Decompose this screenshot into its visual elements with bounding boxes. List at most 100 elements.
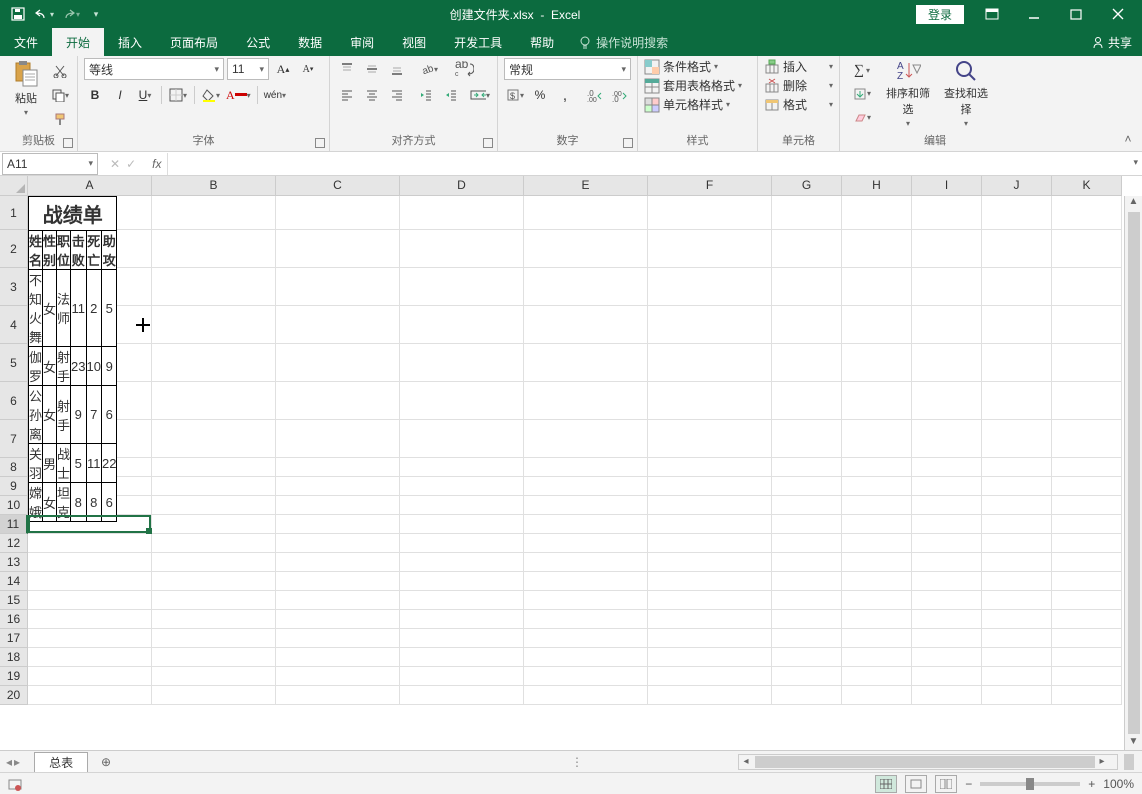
enter-formula-icon[interactable]: ✓ xyxy=(126,157,136,171)
underline-button[interactable]: U▾ xyxy=(134,84,156,106)
cell[interactable] xyxy=(400,629,524,648)
cell[interactable] xyxy=(28,553,152,572)
cell[interactable] xyxy=(982,382,1052,420)
cell[interactable] xyxy=(982,268,1052,306)
dialog-launcher-icon[interactable] xyxy=(63,138,73,148)
cell[interactable] xyxy=(772,572,842,591)
tell-me-search[interactable]: 操作说明搜索 xyxy=(568,34,678,51)
cell[interactable] xyxy=(982,230,1052,268)
ribbon-tab-2[interactable]: 插入 xyxy=(104,28,156,56)
cell[interactable] xyxy=(400,230,524,268)
cell[interactable] xyxy=(842,572,912,591)
close-icon[interactable] xyxy=(1098,0,1138,28)
cell[interactable] xyxy=(648,515,772,534)
cell[interactable] xyxy=(842,534,912,553)
cell[interactable] xyxy=(648,610,772,629)
name-box[interactable]: A11▾ xyxy=(2,153,98,175)
cell[interactable] xyxy=(912,458,982,477)
cell[interactable] xyxy=(772,344,842,382)
cell[interactable] xyxy=(772,648,842,667)
cell[interactable] xyxy=(842,496,912,515)
cell[interactable] xyxy=(842,667,912,686)
cell[interactable] xyxy=(772,382,842,420)
cell[interactable] xyxy=(400,306,524,344)
col-header[interactable]: J xyxy=(982,176,1052,196)
row-header[interactable]: 4 xyxy=(0,306,28,344)
cell[interactable] xyxy=(28,534,152,553)
cell[interactable] xyxy=(772,496,842,515)
cell[interactable] xyxy=(276,591,400,610)
cell[interactable] xyxy=(524,591,648,610)
cell[interactable] xyxy=(982,686,1052,705)
decrease-font-icon[interactable]: A▾ xyxy=(297,58,319,80)
redo-icon[interactable]: ▾ xyxy=(58,3,82,25)
cell[interactable] xyxy=(28,686,152,705)
row-header[interactable]: 3 xyxy=(0,268,28,306)
cell[interactable] xyxy=(648,629,772,648)
split-handle-icon[interactable] xyxy=(1124,754,1134,770)
cell[interactable] xyxy=(772,629,842,648)
tab-split-handle-icon[interactable]: ⋮ xyxy=(571,755,583,769)
cell[interactable] xyxy=(648,553,772,572)
cell[interactable] xyxy=(842,686,912,705)
cell[interactable] xyxy=(1052,382,1122,420)
cell[interactable] xyxy=(912,496,982,515)
cell[interactable] xyxy=(152,629,276,648)
cell[interactable] xyxy=(1052,686,1122,705)
ribbon-display-icon[interactable] xyxy=(972,0,1012,28)
share-button[interactable]: 共享 xyxy=(1092,34,1132,51)
cell[interactable] xyxy=(772,686,842,705)
row-header[interactable]: 15 xyxy=(0,591,28,610)
page-layout-view-icon[interactable] xyxy=(905,775,927,793)
cell[interactable] xyxy=(28,648,152,667)
cell[interactable] xyxy=(1052,420,1122,458)
cell[interactable] xyxy=(1052,629,1122,648)
cell[interactable] xyxy=(524,553,648,572)
cell[interactable] xyxy=(152,306,276,344)
cell[interactable] xyxy=(276,553,400,572)
cell[interactable] xyxy=(152,686,276,705)
cell[interactable] xyxy=(152,667,276,686)
cell[interactable] xyxy=(912,591,982,610)
cell[interactable] xyxy=(912,477,982,496)
row-header[interactable]: 6 xyxy=(0,382,28,420)
dialog-launcher-icon[interactable] xyxy=(623,138,633,148)
cell[interactable] xyxy=(28,572,152,591)
login-button[interactable]: 登录 xyxy=(916,5,964,24)
cell[interactable] xyxy=(842,268,912,306)
cell[interactable] xyxy=(772,196,842,230)
cell[interactable] xyxy=(524,515,648,534)
cell[interactable] xyxy=(524,458,648,477)
cell[interactable] xyxy=(648,382,772,420)
cell[interactable] xyxy=(152,496,276,515)
row-header[interactable]: 8 xyxy=(0,458,28,477)
cell[interactable] xyxy=(982,306,1052,344)
cell[interactable] xyxy=(152,382,276,420)
cell[interactable] xyxy=(28,591,152,610)
cell[interactable] xyxy=(400,686,524,705)
cell[interactable] xyxy=(400,610,524,629)
cell[interactable] xyxy=(648,572,772,591)
cell[interactable] xyxy=(982,515,1052,534)
page-break-view-icon[interactable] xyxy=(935,775,957,793)
macro-record-icon[interactable] xyxy=(8,777,22,791)
cell[interactable] xyxy=(648,496,772,515)
font-size-combo[interactable]: 11▾ xyxy=(227,58,269,80)
col-header[interactable]: F xyxy=(648,176,772,196)
cell[interactable] xyxy=(152,230,276,268)
ribbon-tab-0[interactable]: 文件 xyxy=(0,28,52,56)
cell[interactable] xyxy=(400,477,524,496)
ribbon-tab-8[interactable]: 开发工具 xyxy=(440,28,516,56)
cell[interactable] xyxy=(524,667,648,686)
cell[interactable] xyxy=(1052,268,1122,306)
cell[interactable] xyxy=(400,553,524,572)
delete-cells-button[interactable]: 删除▾ xyxy=(764,77,833,94)
zoom-slider[interactable] xyxy=(980,782,1080,786)
cell[interactable] xyxy=(842,420,912,458)
format-cells-button[interactable]: 格式▾ xyxy=(764,96,833,113)
insert-cells-button[interactable]: 插入▾ xyxy=(764,58,833,75)
cell[interactable] xyxy=(276,458,400,477)
cell[interactable] xyxy=(982,534,1052,553)
align-right-icon[interactable] xyxy=(386,84,408,106)
clear-icon[interactable]: ▾ xyxy=(846,107,878,128)
